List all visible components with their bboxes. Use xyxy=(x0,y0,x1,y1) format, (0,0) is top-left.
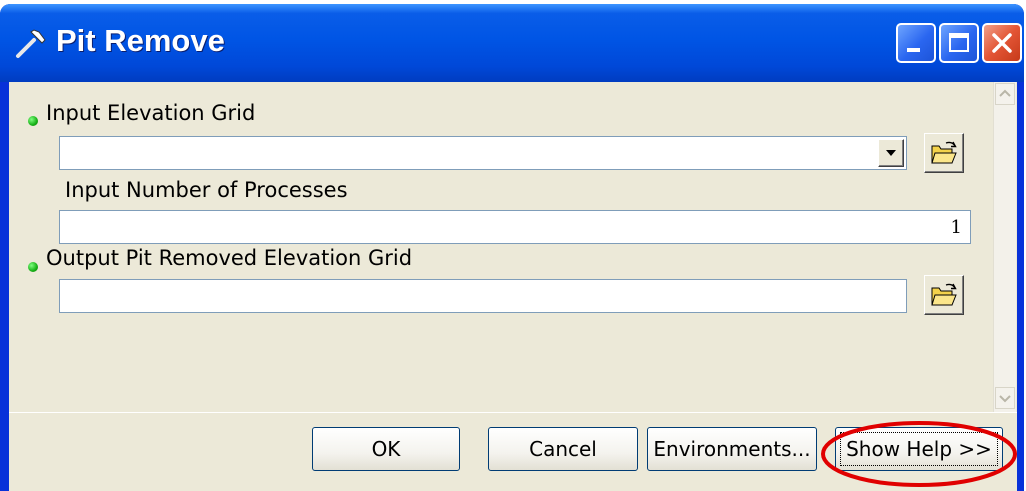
close-icon xyxy=(992,33,1012,53)
minimize-button[interactable] xyxy=(896,23,936,63)
window-title: Pit Remove xyxy=(56,23,225,58)
ok-button[interactable]: OK xyxy=(312,427,460,471)
maximize-icon xyxy=(949,33,969,52)
required-indicator-icon xyxy=(28,262,38,272)
pit-remove-dialog: Pit Remove Input Elevation Grid Input Nu… xyxy=(0,4,1024,491)
chevron-down-icon xyxy=(886,150,896,156)
input-number-of-processes-label: Input Number of Processes xyxy=(65,178,348,202)
input-number-of-processes-field[interactable]: 1 xyxy=(59,210,971,244)
minimize-icon xyxy=(907,48,920,52)
environments-button[interactable]: Environments... xyxy=(647,427,817,471)
chevron-up-icon xyxy=(999,89,1011,97)
show-help-button[interactable]: Show Help >> xyxy=(835,427,1003,471)
title-bar[interactable]: Pit Remove xyxy=(0,4,1024,82)
parameters-panel: Input Elevation Grid Input Number of Pro… xyxy=(9,82,1017,413)
input-number-of-processes-value: 1 xyxy=(950,217,962,238)
cancel-button[interactable]: Cancel xyxy=(488,427,638,471)
scroll-down-button[interactable] xyxy=(995,387,1015,409)
output-pit-removed-grid-browse-button[interactable] xyxy=(924,275,964,315)
scroll-up-button[interactable] xyxy=(995,83,1015,105)
input-elevation-grid-combobox[interactable] xyxy=(59,136,907,170)
close-button[interactable] xyxy=(982,23,1022,63)
open-folder-icon xyxy=(931,283,957,306)
output-pit-removed-grid-label: Output Pit Removed Elevation Grid xyxy=(46,246,413,270)
input-elevation-grid-label: Input Elevation Grid xyxy=(46,101,256,125)
hammer-icon xyxy=(16,29,46,58)
open-folder-icon xyxy=(931,141,957,164)
dialog-client-area: Input Elevation Grid Input Number of Pro… xyxy=(9,82,1017,491)
output-pit-removed-grid-field[interactable] xyxy=(59,279,907,313)
chevron-down-icon xyxy=(999,395,1011,403)
maximize-button[interactable] xyxy=(939,23,979,63)
show-help-label: Show Help >> xyxy=(840,432,998,466)
input-elevation-grid-browse-button[interactable] xyxy=(924,133,964,173)
vertical-scrollbar[interactable] xyxy=(993,82,1016,412)
required-indicator-icon xyxy=(28,116,38,126)
input-elevation-grid-dropdown-button[interactable] xyxy=(878,139,904,167)
